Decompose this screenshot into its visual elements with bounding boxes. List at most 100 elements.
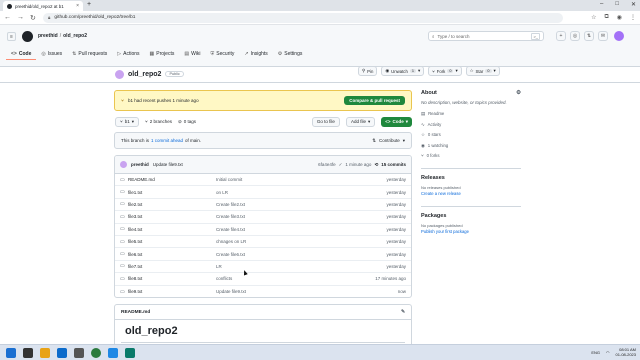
pull-requests-icon[interactable]: ⇅ xyxy=(584,31,594,41)
file-commit-message[interactable]: Initial commit xyxy=(216,177,346,182)
repo-link[interactable]: old_repo2 xyxy=(63,33,87,39)
publish-package-link[interactable]: Publish your first package xyxy=(421,229,521,234)
inbox-icon[interactable]: ✉ xyxy=(598,31,608,41)
file-commit-message[interactable]: conflicts xyxy=(216,276,346,281)
minimize-button[interactable]: – xyxy=(600,1,603,8)
file-commit-message[interactable]: Create file4.txt xyxy=(216,227,346,232)
file-name[interactable]: file7.txt xyxy=(128,264,216,269)
branches-link[interactable]: ⑂ 2 branches xyxy=(145,119,172,124)
tab-wiki[interactable]: ▤ Wiki xyxy=(179,48,205,60)
code-button[interactable]: <> Code ▾ xyxy=(381,116,412,127)
file-row[interactable]: ▭ file2.txt Create file2.txt yesterday xyxy=(115,199,411,212)
file-row[interactable]: ▭ file8.txt conflicts 17 minutes ago xyxy=(115,273,411,286)
create-new-icon[interactable]: + xyxy=(556,31,566,41)
forward-arrow-icon[interactable]: → xyxy=(17,14,24,21)
app-icon[interactable] xyxy=(125,348,135,358)
close-window-button[interactable]: ✕ xyxy=(631,1,636,8)
wifi-icon[interactable]: ◠ xyxy=(606,350,610,355)
file-row[interactable]: ▭ README.md Initial commit yesterday xyxy=(115,174,411,187)
commits-ahead-link[interactable]: 1 commit ahead xyxy=(151,138,183,143)
file-commit-message[interactable]: Create file3.txt xyxy=(216,214,346,219)
file-row[interactable]: ▭ file7.txt LR yesterday xyxy=(115,261,411,274)
terminal-icon[interactable] xyxy=(23,348,33,358)
file-row[interactable]: ▭ file6.txt Create file6.txt yesterday xyxy=(115,248,411,261)
edge-icon[interactable] xyxy=(108,348,118,358)
start-icon[interactable] xyxy=(6,348,16,358)
unwatch-button[interactable]: ◉ Unwatch 1 ▾ xyxy=(381,66,425,76)
command-palette-icon[interactable]: >_ xyxy=(531,32,540,40)
user-avatar[interactable] xyxy=(614,31,624,41)
readme-link[interactable]: ▤ Readme xyxy=(421,111,521,117)
star-bookmark-icon[interactable]: ☆ xyxy=(591,14,596,21)
file-row[interactable]: ▭ file3.txt Create file3.txt yesterday xyxy=(115,211,411,224)
settings-app-icon[interactable] xyxy=(74,348,84,358)
github-logo-icon[interactable] xyxy=(22,31,33,42)
file-name[interactable]: file9.txt xyxy=(128,289,216,294)
profile-icon[interactable]: ◉ xyxy=(617,14,622,21)
author-avatar[interactable] xyxy=(120,161,127,168)
branch-selector[interactable]: ⑂ b1 ▾ xyxy=(115,116,139,127)
compare-pull-request-button[interactable]: Compare & pull request xyxy=(344,96,405,105)
tab-pull-requests[interactable]: ⇅ Pull requests xyxy=(67,48,112,60)
extensions-icon[interactable]: ⧉ xyxy=(604,14,608,21)
tab-issues[interactable]: ◎ Issues xyxy=(36,48,67,60)
clock[interactable]: 08:01 AM 01-08-2023 xyxy=(616,347,636,357)
commit-message[interactable]: Update file9.txt xyxy=(153,162,183,167)
url-field[interactable]: 🔒︎ github.com/preethid/old_repo2/tree/b1 xyxy=(43,12,563,23)
file-name[interactable]: file2.txt xyxy=(128,202,216,207)
file-explorer-icon[interactable] xyxy=(40,348,50,358)
fork-button[interactable]: ⑂ Fork 0 ▾ xyxy=(428,66,462,76)
github-search-input[interactable]: ⌕ Type / to search >_ xyxy=(428,31,544,41)
vscode-icon[interactable] xyxy=(57,348,67,358)
back-arrow-icon[interactable]: ← xyxy=(4,14,11,21)
pencil-icon[interactable]: ✎ xyxy=(401,310,405,315)
file-commit-message[interactable]: Create file6.txt xyxy=(216,252,346,257)
reload-icon[interactable]: ↻ xyxy=(30,14,36,22)
tab-code[interactable]: <> Code xyxy=(6,48,37,60)
tray-language[interactable]: ENG xyxy=(591,350,600,355)
gear-icon[interactable]: ⚙ xyxy=(516,90,521,96)
forks-link[interactable]: ⑂ 0 forks xyxy=(421,153,521,158)
new-tab-button[interactable]: + xyxy=(87,1,91,8)
packages-heading[interactable]: Packages xyxy=(421,213,521,219)
file-name[interactable]: README.md xyxy=(128,177,216,182)
file-row[interactable]: ▭ file5.txt chnages on LR yesterday xyxy=(115,236,411,249)
file-commit-message[interactable]: Update file9.txt xyxy=(216,289,346,294)
file-row[interactable]: ▭ file1.txt on LR yesterday xyxy=(115,186,411,199)
activity-link[interactable]: ∿ Activity xyxy=(421,122,521,128)
add-file-button[interactable]: Add file ▾ xyxy=(345,116,376,127)
file-commit-message[interactable]: on LR xyxy=(216,190,346,195)
tab-security[interactable]: ⛨ Security xyxy=(206,48,240,60)
releases-heading[interactable]: Releases xyxy=(421,175,521,181)
tab-settings[interactable]: ⚙ Settings xyxy=(273,48,308,60)
tab-actions[interactable]: ▷ Actions xyxy=(112,48,144,60)
file-name[interactable]: file8.txt xyxy=(128,276,216,281)
file-commit-message[interactable]: chnages on LR xyxy=(216,239,346,244)
tags-link[interactable]: ⊘ 0 tags xyxy=(178,119,196,125)
hamburger-menu-icon[interactable]: ≡ xyxy=(7,32,16,41)
pin-button[interactable]: ⚲ Pin xyxy=(358,66,378,76)
contribute-button[interactable]: ⇅ Contribute ▾ xyxy=(372,138,405,144)
issues-icon[interactable]: ◎ xyxy=(570,31,580,41)
chrome-icon[interactable] xyxy=(91,348,101,358)
file-commit-message[interactable]: Create file2.txt xyxy=(216,202,346,207)
create-release-link[interactable]: Create a new release xyxy=(421,191,521,196)
owner-link[interactable]: preethid xyxy=(38,33,58,39)
browser-menu-icon[interactable]: ⋮ xyxy=(630,14,636,21)
file-name[interactable]: file4.txt xyxy=(128,227,216,232)
file-name[interactable]: file5.txt xyxy=(128,239,216,244)
maximize-button[interactable]: □ xyxy=(615,1,619,8)
file-row[interactable]: ▭ file4.txt Create file4.txt yesterday xyxy=(115,224,411,236)
stars-link[interactable]: ☆ 0 stars xyxy=(421,132,521,138)
commits-link[interactable]: 15 commits xyxy=(381,162,406,168)
browser-tab[interactable]: preethid/old_repo2 at b1 × xyxy=(3,1,83,11)
file-name[interactable]: file1.txt xyxy=(128,190,216,195)
owner-avatar[interactable] xyxy=(115,69,124,79)
watching-link[interactable]: ◉ 1 watching xyxy=(421,143,521,149)
file-name[interactable]: file3.txt xyxy=(128,214,216,219)
repo-name[interactable]: old_repo2 xyxy=(128,71,161,78)
file-row[interactable]: ▭ file9.txt Update file9.txt now xyxy=(115,286,411,297)
go-to-file-button[interactable]: Go to file xyxy=(311,116,340,127)
file-commit-message[interactable]: LR xyxy=(216,264,346,269)
tab-insights[interactable]: ↗ Insights xyxy=(239,48,272,60)
